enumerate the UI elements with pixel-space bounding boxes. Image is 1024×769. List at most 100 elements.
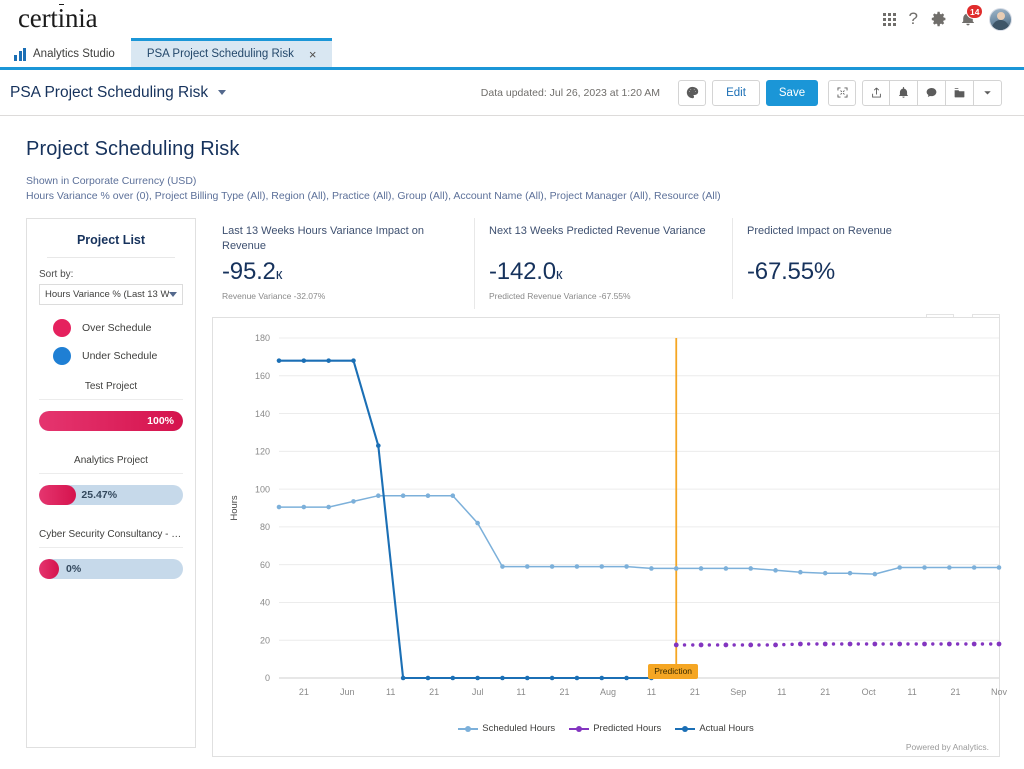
dashboard-toolbar: PSA Project Scheduling Risk Data updated… <box>0 70 1024 116</box>
prediction-marker-label: Prediction <box>648 664 699 680</box>
legend-label: Over Schedule <box>82 322 152 335</box>
kpi-strip: Last 13 Weeks Hours Variance Impact on R… <box>212 218 1000 310</box>
svg-text:11: 11 <box>777 687 786 697</box>
kpi-suffix: к <box>275 266 283 284</box>
notification-count-badge: 14 <box>966 4 984 19</box>
certinia-logo[interactable]: certinia <box>18 3 98 34</box>
tab-bar: Analytics Studio PSA Project Scheduling … <box>0 38 1024 70</box>
legend-label: Scheduled Hours <box>482 723 556 735</box>
svg-text:Sep: Sep <box>730 687 746 697</box>
progress-bar-fill <box>39 559 59 580</box>
project-list-panel: Project List Sort by: Hours Variance % (… <box>26 218 196 749</box>
chatter-comment-icon[interactable] <box>918 79 946 106</box>
project-row[interactable]: Test Project 100% <box>39 375 183 432</box>
project-name: Cyber Security Consultancy - Multi... <box>39 523 183 549</box>
filters-note: Hours Variance % over (0), Project Billi… <box>26 190 721 203</box>
svg-text:40: 40 <box>260 598 270 608</box>
legend-item-scheduled-hours[interactable]: Scheduled Hours <box>458 723 555 734</box>
sort-by-label: Sort by: <box>39 269 74 281</box>
schedule-legend: Over Schedule Under Schedule <box>39 319 183 366</box>
svg-text:21: 21 <box>951 687 961 697</box>
chevron-down-icon[interactable] <box>218 90 227 95</box>
kpi-number: -67.55% <box>747 258 835 286</box>
kpi-label: Predicted Impact on Revenue <box>747 225 892 238</box>
kpi-label: Next 13 Weeks Predicted Revenue Variance <box>489 225 706 238</box>
progress-bar[interactable]: 0% <box>39 559 183 580</box>
kpi-subtext: Revenue Variance -32.07% <box>222 291 326 302</box>
line-chart-svg[interactable]: 0 20 40 60 80 100 120 140 160 180 Hours 21 Jun 11 21 Ju… <box>221 328 1011 718</box>
project-row[interactable]: Analytics Project 25.47% <box>39 449 183 506</box>
close-icon[interactable]: × <box>309 48 317 61</box>
legend-item-predicted-hours[interactable]: Predicted Hours <box>569 723 661 734</box>
expand-fullscreen-icon[interactable] <box>828 79 856 106</box>
legend-item: Over Schedule <box>53 319 183 338</box>
svg-text:180: 180 <box>255 334 270 344</box>
toolbar-actions: Data updated: Jul 26, 2023 at 1:20 AM Ed… <box>481 79 1002 106</box>
currency-note: Shown in Corporate Currency (USD) <box>26 175 197 187</box>
settings-gear-icon[interactable] <box>931 11 947 27</box>
dashboard-content: Project List Sort by: Hours Variance % (… <box>26 218 1007 758</box>
kpi-value: -142.0к <box>489 258 720 286</box>
legend-label: Actual Hours <box>699 723 754 735</box>
palette-icon[interactable] <box>678 79 706 106</box>
legend-label: Under Schedule <box>82 350 158 363</box>
svg-text:0: 0 <box>265 674 270 684</box>
user-avatar[interactable] <box>989 7 1012 31</box>
tab-psa-project-scheduling-risk[interactable]: PSA Project Scheduling Risk × <box>130 38 333 67</box>
hours-trend-chart-card[interactable]: 0 20 40 60 80 100 120 140 160 180 Hours 21 Jun 11 21 Ju… <box>212 317 1007 758</box>
legend-item: Under Schedule <box>53 347 183 366</box>
svg-text:20: 20 <box>260 636 270 646</box>
right-column: Last 13 Weeks Hours Variance Impact on R… <box>212 218 1007 758</box>
tab-label: PSA Project Scheduling Risk <box>146 48 294 60</box>
page-title: Project Scheduling Risk <box>26 138 240 160</box>
kpi-card-predicted-impact-on-revenue[interactable]: Predicted Impact on Revenue -67.55% <box>732 218 972 300</box>
svg-text:11: 11 <box>647 687 656 697</box>
tab-analytics-studio[interactable]: Analytics Studio <box>0 38 131 67</box>
under-schedule-dot <box>53 347 71 366</box>
more-dropdown-icon[interactable] <box>974 79 1002 106</box>
kpi-card-predicted-revenue-variance[interactable]: Next 13 Weeks Predicted Revenue Variance… <box>474 218 732 310</box>
progress-bar[interactable]: 100% <box>39 411 183 432</box>
svg-text:21: 21 <box>820 687 830 697</box>
svg-text:21: 21 <box>299 687 309 697</box>
svg-text:Oct: Oct <box>862 687 877 697</box>
kpi-number: -95.2 <box>222 258 276 286</box>
progress-value: 0% <box>66 563 82 576</box>
share-icon[interactable] <box>862 79 890 106</box>
header-icon-group: ? 14 <box>882 4 1012 31</box>
progress-bar[interactable]: 25.47% <box>39 485 183 506</box>
app-launcher-grid-icon[interactable] <box>882 12 896 26</box>
kpi-number: -142.0 <box>489 258 556 286</box>
legend-label: Predicted Hours <box>593 723 662 735</box>
dashboard-subtext: Shown in Corporate Currency (USD) Hours … <box>26 174 1000 204</box>
toolbar-icon-group <box>862 79 1002 106</box>
svg-text:11: 11 <box>516 687 525 697</box>
legend-item-actual-hours[interactable]: Actual Hours <box>675 723 754 735</box>
svg-text:Hours: Hours <box>229 496 240 522</box>
powered-by-text: Powered by Analytics. <box>905 742 989 753</box>
svg-text:140: 140 <box>255 409 270 419</box>
legend-swatch <box>675 724 696 733</box>
sort-by-select[interactable]: Hours Variance % (Last 13 We <box>39 284 183 306</box>
save-button[interactable]: Save <box>766 79 818 106</box>
subscribe-bell-icon[interactable] <box>890 79 918 106</box>
svg-text:160: 160 <box>255 371 270 381</box>
progress-value: 100% <box>147 415 174 428</box>
kpi-subtext: Predicted Revenue Variance -67.55% <box>489 291 631 302</box>
progress-value: 25.47% <box>81 489 118 502</box>
help-question-icon[interactable]: ? <box>909 9 918 29</box>
analytics-chart-icon <box>14 47 26 61</box>
chart-legend: Scheduled Hours Predicted Hours Actual H… <box>213 723 999 734</box>
notifications-bell-icon[interactable]: 14 <box>960 4 984 27</box>
project-list-title: Project List <box>47 233 175 259</box>
kpi-card-hours-variance-impact[interactable]: Last 13 Weeks Hours Variance Impact on R… <box>212 218 474 309</box>
save-folder-icon[interactable] <box>946 79 974 106</box>
svg-text:60: 60 <box>260 560 270 570</box>
svg-text:120: 120 <box>255 447 270 457</box>
svg-text:80: 80 <box>260 523 270 533</box>
kpi-suffix: к <box>555 266 563 284</box>
edit-button[interactable]: Edit <box>712 79 760 106</box>
project-name: Analytics Project <box>39 449 183 475</box>
project-row[interactable]: Cyber Security Consultancy - Multi... 0% <box>39 523 183 580</box>
kpi-value: -67.55% <box>747 258 960 286</box>
